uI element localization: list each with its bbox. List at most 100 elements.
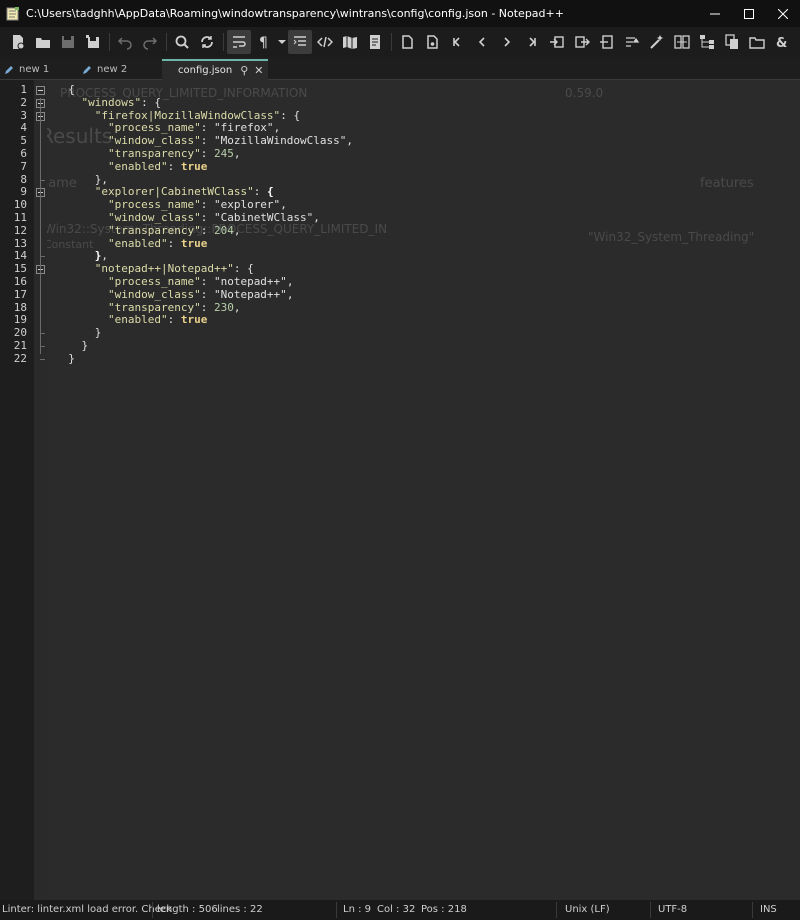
redo-button[interactable]	[138, 30, 162, 54]
code-token: "explorer"	[213, 198, 281, 212]
code-token: :	[233, 262, 248, 276]
new-file-button[interactable]	[6, 30, 30, 54]
ampersand-button[interactable]: &	[770, 30, 794, 54]
save-all-button[interactable]	[81, 30, 105, 54]
macro-record-button[interactable]	[545, 30, 569, 54]
tab-new-2[interactable]: new 2	[78, 59, 160, 80]
minimize-icon	[710, 13, 720, 14]
tree-view-button[interactable]	[695, 30, 719, 54]
tree-icon	[700, 35, 714, 49]
status-encoding[interactable]: UTF-8	[658, 904, 687, 915]
sort-lines-icon	[626, 37, 640, 47]
fold-end	[40, 358, 45, 360]
fold-end	[40, 179, 45, 181]
tab-label: new 1	[19, 64, 50, 75]
code-editor[interactable]: { "windows": { "firefox|MozillaWindowCla…	[47, 80, 800, 900]
fold-end	[40, 256, 45, 258]
insert-icon	[600, 35, 613, 49]
tab-label: config.json	[178, 65, 233, 76]
copy-path-button[interactable]	[720, 30, 744, 54]
tab-config-json[interactable]: config.json ⚲ ✕	[162, 59, 268, 80]
last-button[interactable]	[520, 30, 544, 54]
code-token: :	[200, 121, 214, 135]
close-tab-icon[interactable]: ✕	[254, 64, 263, 77]
code-token: :	[200, 211, 214, 224]
status-column: Col : 32	[377, 904, 416, 915]
status-divider	[650, 902, 651, 918]
import-icon	[550, 36, 564, 48]
code-token: ,	[286, 275, 294, 288]
tab-label: new 2	[97, 64, 128, 75]
new-document-button[interactable]	[395, 30, 419, 54]
indent-guide-button[interactable]	[288, 30, 312, 54]
code-token: 230	[213, 300, 234, 314]
status-eol[interactable]: Unix (LF)	[565, 904, 610, 915]
search-icon	[175, 35, 189, 49]
code-token: "notepad++|Notepad++"	[94, 262, 234, 276]
maximize-icon	[744, 8, 754, 19]
line-number: 7	[20, 159, 27, 173]
find-button[interactable]	[170, 30, 194, 54]
replace-button[interactable]	[195, 30, 219, 54]
code-token: true	[180, 159, 208, 173]
line-number-gutter[interactable]: 1 2 3 4 5 6 7 8 9 10 11 12 13 14 15 16 17 18 19 20 21 22	[0, 80, 34, 900]
first-button[interactable]	[445, 30, 469, 54]
pencil-icon	[5, 65, 13, 74]
pin-icon[interactable]: ⚲	[240, 64, 248, 77]
status-insert-mode[interactable]: INS	[760, 904, 777, 915]
open-folder-button[interactable]	[745, 30, 769, 54]
status-divider	[336, 902, 337, 918]
show-all-characters-button[interactable]: ¶	[252, 30, 276, 54]
code-token: :	[167, 313, 181, 327]
fold-margin[interactable]	[34, 80, 47, 900]
maximize-button[interactable]	[732, 0, 766, 27]
code-token: "firefox|MozillaWindowClass"	[94, 108, 281, 122]
status-position: Pos : 218	[421, 904, 467, 915]
tab-new-1[interactable]: new 1	[0, 59, 76, 80]
document-map-button[interactable]	[338, 30, 362, 54]
sort-lines-button[interactable]	[620, 30, 644, 54]
code-token: :	[200, 287, 214, 301]
word-wrap-button[interactable]	[227, 30, 251, 54]
code-token: :	[200, 198, 214, 212]
magic-wand-button[interactable]	[645, 30, 669, 54]
save-icon	[62, 36, 74, 48]
status-divider	[752, 902, 753, 918]
compare-button[interactable]	[670, 30, 694, 54]
save-button[interactable]	[56, 30, 80, 54]
replace-icon	[201, 36, 213, 48]
chevron-down-icon	[278, 40, 286, 44]
show-all-dropdown[interactable]	[277, 30, 287, 54]
previous-button[interactable]	[470, 30, 494, 54]
macro-stop-button[interactable]	[570, 30, 594, 54]
code-token: "MozillaWindowClass"	[213, 134, 347, 148]
code-token: "explorer|CabinetWClass"	[94, 185, 254, 199]
code-token: ,	[286, 287, 294, 301]
code-token: :	[167, 236, 181, 250]
macro-play-button[interactable]	[595, 30, 619, 54]
folder-icon	[749, 37, 765, 49]
open-file-button[interactable]	[31, 30, 55, 54]
undo-button[interactable]	[113, 30, 137, 54]
minimize-button[interactable]	[698, 0, 732, 27]
language-button[interactable]	[313, 30, 337, 54]
fold-end	[40, 333, 45, 335]
document-settings-button[interactable]	[420, 30, 444, 54]
copy-icon	[725, 34, 738, 49]
line-number: 2	[20, 95, 27, 109]
fold-toggle[interactable]	[36, 86, 45, 95]
code-token: "window_class"	[107, 134, 201, 148]
close-button[interactable]	[766, 0, 800, 27]
folder-open-icon	[36, 38, 50, 48]
code-token: "enabled"	[107, 159, 168, 173]
redo-icon	[143, 37, 158, 50]
next-button[interactable]	[495, 30, 519, 54]
function-list-button[interactable]	[363, 30, 387, 54]
new-file-icon	[13, 35, 25, 50]
